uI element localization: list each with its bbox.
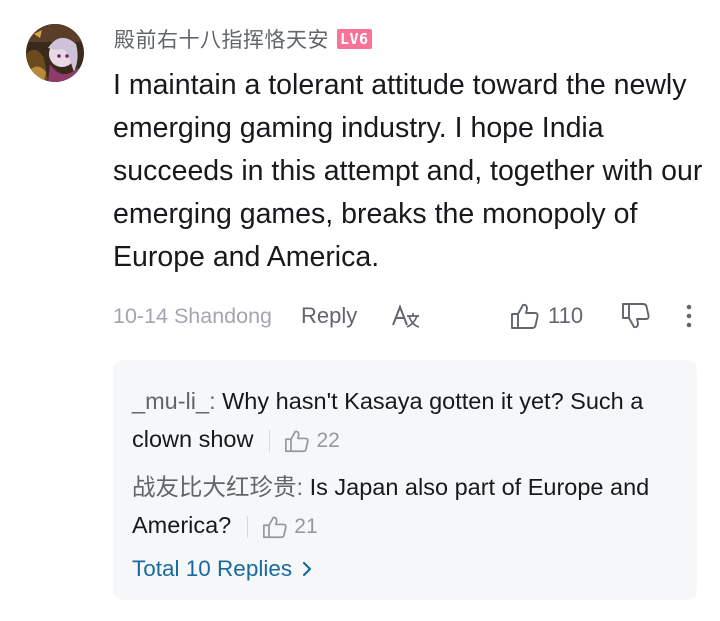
divider [269, 429, 271, 452]
reply-author[interactable]: _mu-li_ [132, 388, 209, 414]
comment-date-location: 10-14 Shandong [113, 303, 273, 328]
like-button[interactable]: 110 [510, 296, 583, 336]
reply-like-count: 21 [294, 514, 318, 538]
translate-button[interactable] [391, 296, 421, 336]
dislike-button[interactable] [621, 296, 651, 336]
view-all-replies-link[interactable]: Total 10 Replies [132, 554, 312, 584]
replies-preview: _mu-li_: Why hasn't Kasaya gotten it yet… [113, 360, 697, 600]
username[interactable]: 殿前右十八指挥恪天安 [114, 24, 329, 54]
divider [247, 515, 249, 538]
thumbs-down-icon [622, 303, 650, 329]
comment-actions: 10-14 Shandong Reply 110 [113, 296, 703, 336]
reply-like-count: 22 [316, 428, 340, 452]
translate-icon [392, 304, 420, 328]
like-count: 110 [548, 303, 584, 328]
reply-button[interactable]: Reply [301, 296, 357, 336]
avatar[interactable] [26, 24, 84, 82]
thumbs-up-icon [263, 516, 287, 538]
comment-text: I maintain a tolerant attitude toward th… [113, 69, 703, 273]
reply-like-button[interactable]: 21 [235, 508, 318, 546]
reply-item[interactable]: _mu-li_: Why hasn't Kasaya gotten it yet… [132, 382, 680, 460]
thumbs-up-icon [511, 303, 539, 329]
reply-like-button[interactable]: 22 [257, 422, 340, 460]
avatar-image [26, 24, 84, 82]
total-replies-label: Total 10 Replies [132, 556, 293, 581]
reply-author[interactable]: 战友比大红珍贵 [132, 474, 297, 500]
reply-item[interactable]: 战友比大红珍贵: Is Japan also part of Europe an… [132, 468, 680, 546]
chevron-right-icon [302, 561, 312, 577]
more-vertical-icon [686, 304, 692, 328]
comment-thread: 殿前右十八指挥恪天安 LV6 I maintain a tolerant att… [0, 0, 720, 621]
level-badge: LV6 [337, 29, 372, 49]
comment-header: 殿前右十八指挥恪天安 LV6 [114, 22, 372, 56]
thumbs-up-icon [285, 430, 310, 452]
more-options-button[interactable] [681, 296, 697, 336]
